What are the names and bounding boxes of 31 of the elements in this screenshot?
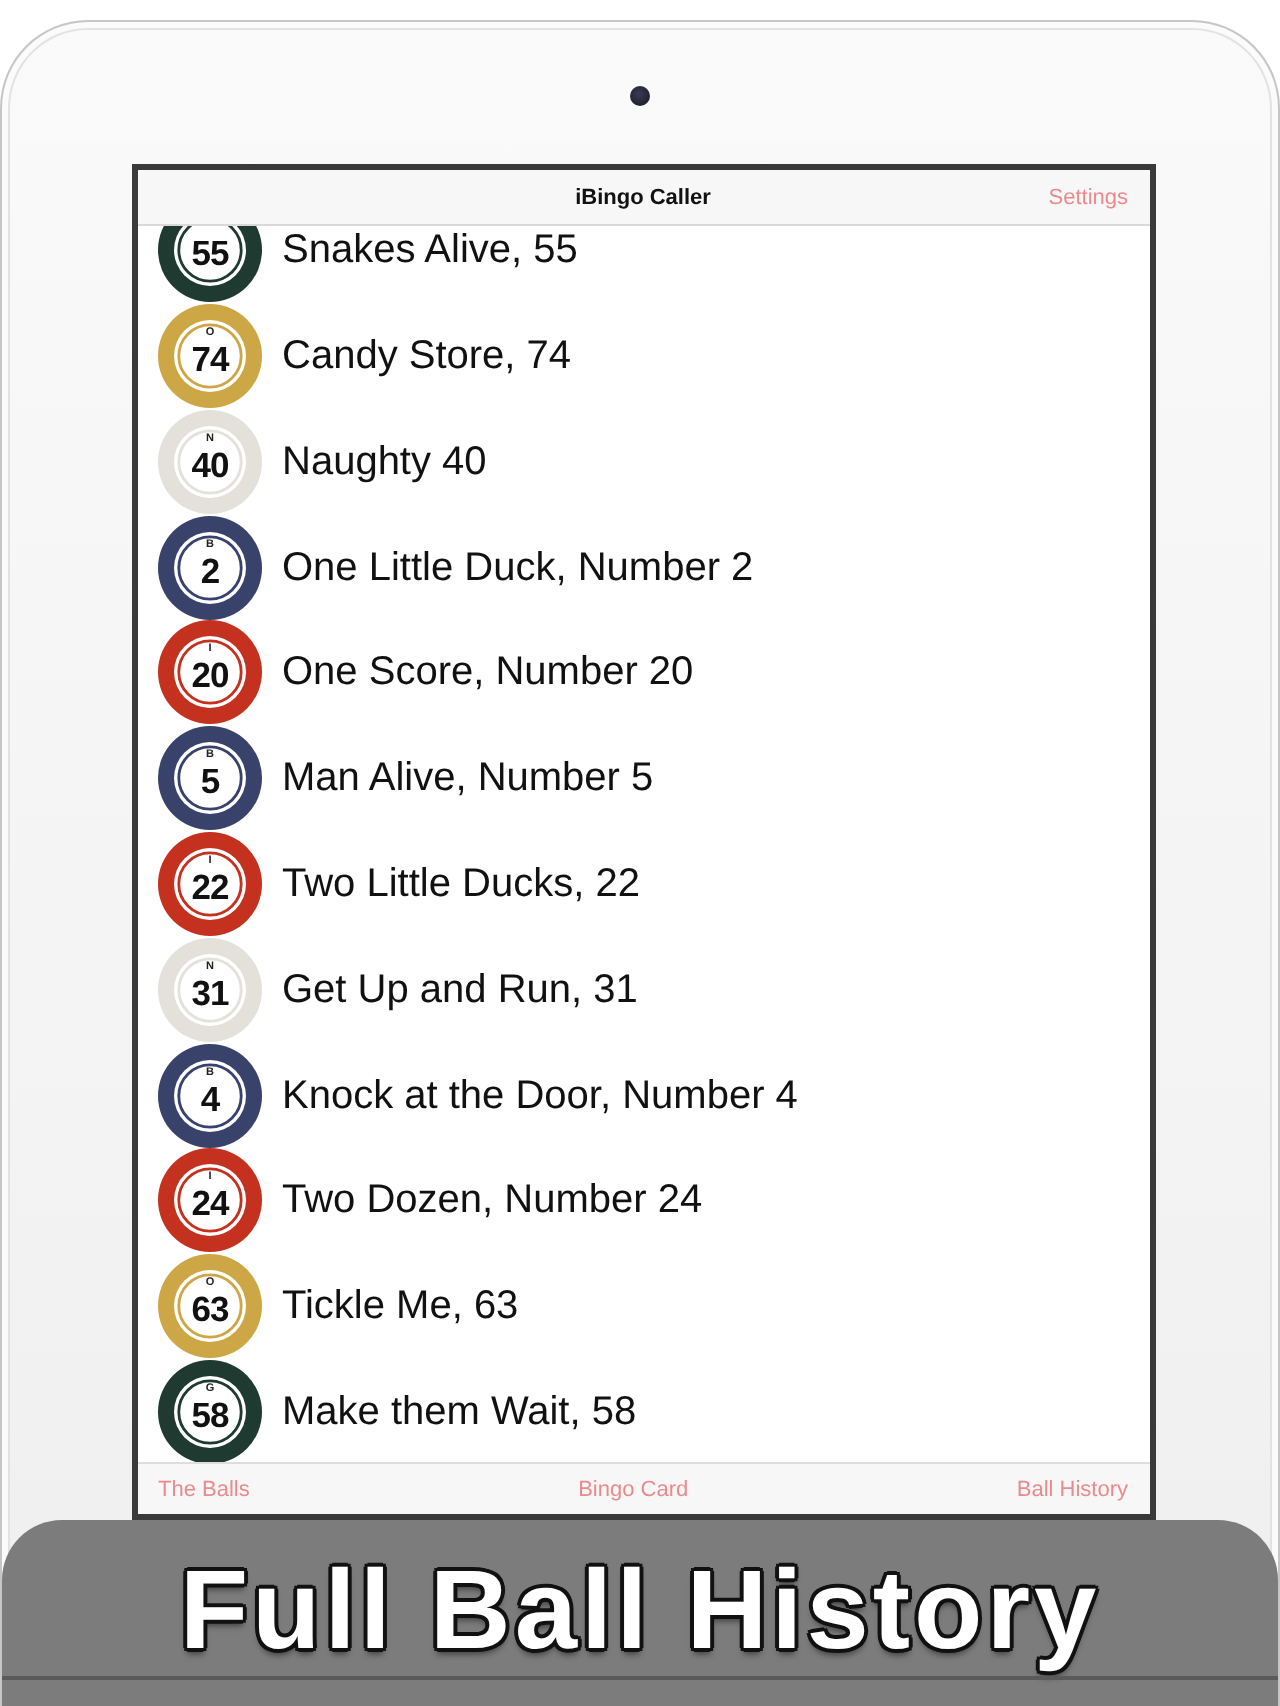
- call-phrase: Two Little Ducks, 22: [282, 859, 640, 908]
- call-phrase: Two Dozen, Number 24: [282, 1176, 703, 1225]
- ball-number: 24: [191, 1183, 229, 1224]
- ball-number: 74: [191, 338, 229, 379]
- camera-icon: [630, 86, 650, 106]
- ball-number: 4: [200, 1078, 220, 1119]
- settings-button[interactable]: Settings: [1048, 185, 1128, 209]
- call-phrase: Knock at the Door, Number 4: [282, 1071, 798, 1120]
- call-phrase: Candy Store, 74: [282, 331, 572, 380]
- tab-bar-item[interactable]: Ball History: [1016, 1477, 1128, 1501]
- banner-title: Full Ball History: [179, 1550, 1101, 1676]
- ball-number: 2: [200, 550, 220, 591]
- call-phrase: Tickle Me, 63: [282, 1282, 519, 1331]
- call-phrase: Naughty 40: [282, 437, 487, 486]
- ball-number: 20: [191, 655, 229, 696]
- tab-bar-item[interactable]: Bingo Card: [578, 1477, 689, 1501]
- call-phrase: Snakes Alive, 55: [282, 226, 578, 274]
- ball-number: 31: [191, 972, 229, 1013]
- call-phrase: Man Alive, Number 5: [282, 754, 654, 803]
- ball-number: 40: [191, 444, 229, 485]
- nav-title: iBingo Caller: [575, 185, 711, 209]
- ball-number: 55: [191, 233, 229, 273]
- ball-number: 58: [191, 1394, 229, 1435]
- call-phrase: Get Up and Run, 31: [282, 965, 638, 1014]
- ball-number: 5: [200, 761, 220, 802]
- ball-number: 22: [191, 866, 229, 907]
- call-phrase: One Score, Number 20: [282, 648, 694, 697]
- tab-bar-item[interactable]: The Balls: [158, 1477, 250, 1501]
- call-phrase: Make them Wait, 58: [282, 1387, 637, 1436]
- call-phrase: One Little Duck, Number 2: [282, 543, 754, 592]
- ball-number: 63: [191, 1289, 229, 1330]
